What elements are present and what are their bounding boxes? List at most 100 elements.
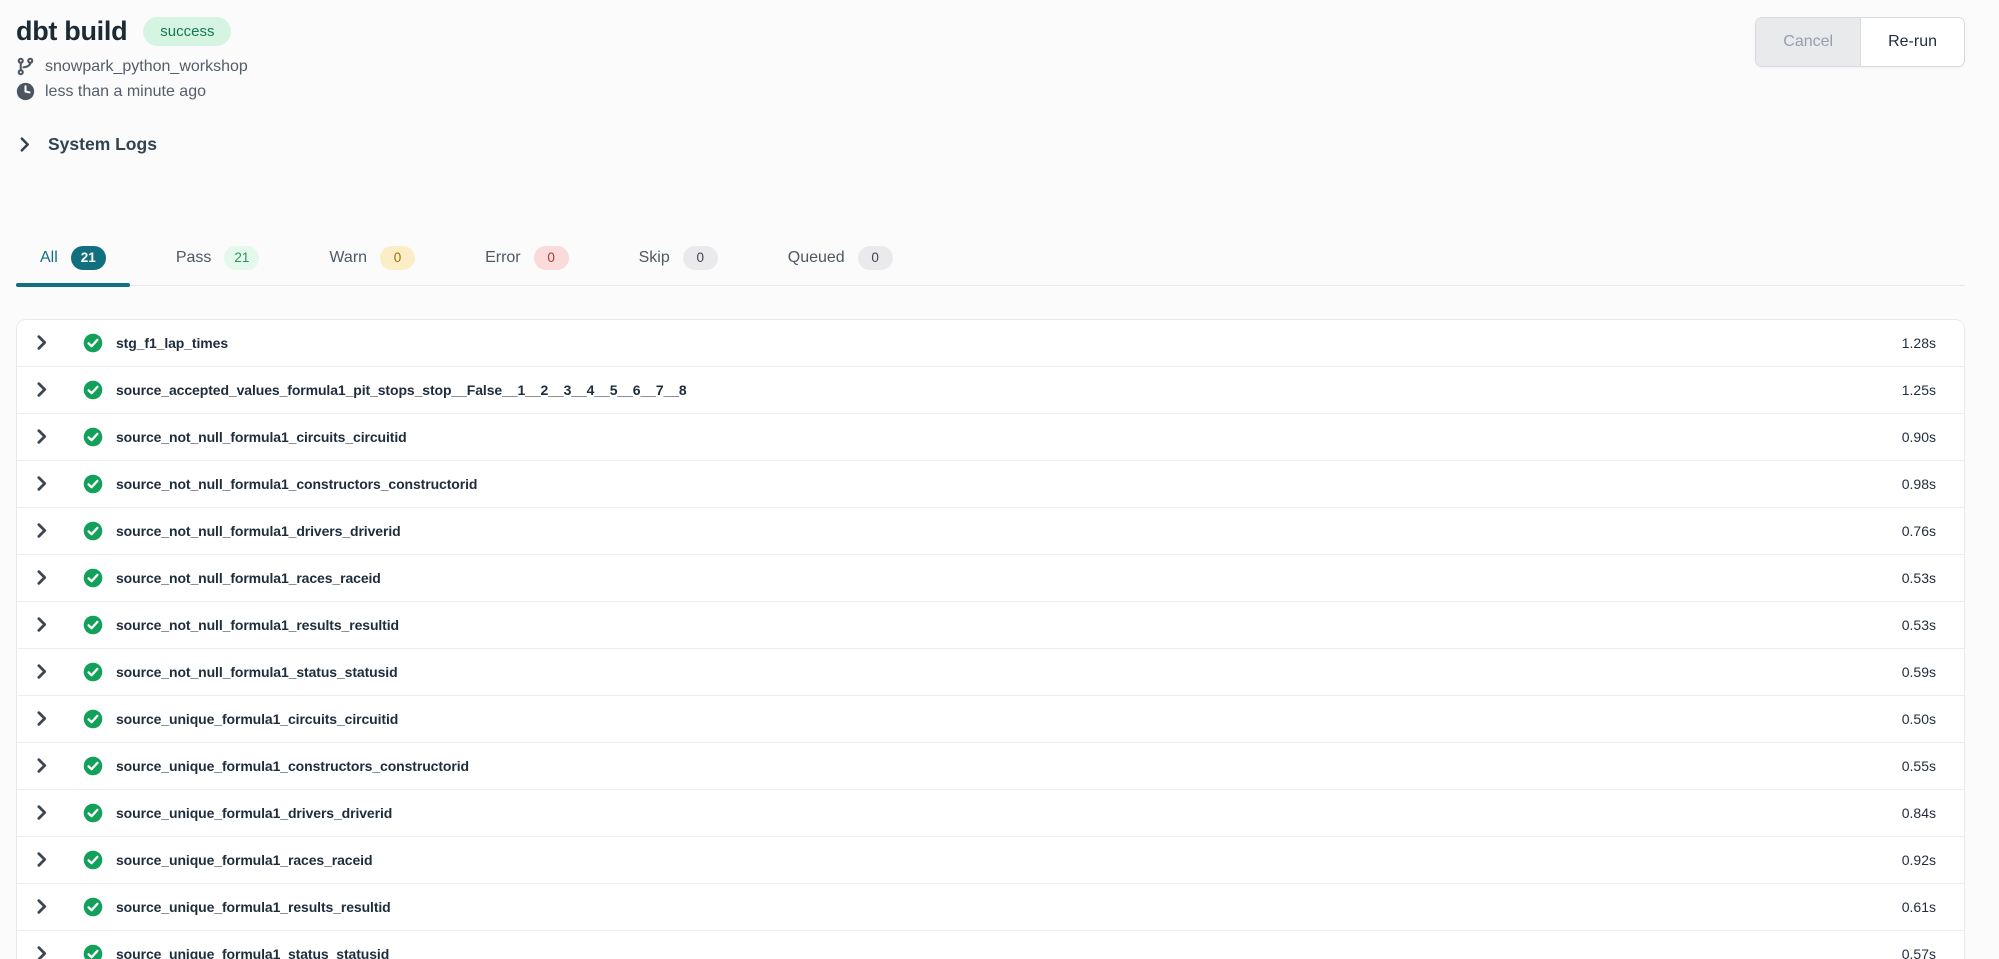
- tab-warn[interactable]: Warn 0: [305, 246, 439, 285]
- result-row[interactable]: source_not_null_formula1_races_raceid 0.…: [17, 555, 1964, 602]
- result-name: source_not_null_formula1_circuits_circui…: [116, 429, 407, 445]
- result-name: stg_f1_lap_times: [116, 335, 228, 351]
- result-duration: 0.90s: [1902, 429, 1936, 445]
- expand-row-button[interactable]: [33, 945, 50, 959]
- results-tabs: All 21 Pass 21 Warn 0 Error 0 Skip 0 Que…: [16, 246, 1965, 286]
- expand-row-button[interactable]: [33, 710, 50, 727]
- run-detail-page: dbt build success Cancel Re-run s: [0, 0, 1999, 959]
- result-row[interactable]: source_accepted_values_formula1_pit_stop…: [17, 367, 1964, 414]
- chevron-right-icon: [33, 898, 50, 915]
- tab-count-badge: 0: [858, 246, 893, 270]
- result-row[interactable]: source_not_null_formula1_results_resulti…: [17, 602, 1964, 649]
- result-row[interactable]: source_not_null_formula1_drivers_driveri…: [17, 508, 1964, 555]
- tab-label: All: [40, 249, 58, 267]
- git-branch-icon: [16, 57, 35, 76]
- chevron-right-icon: [33, 851, 50, 868]
- pass-check-icon: [83, 380, 103, 400]
- result-name: source_not_null_formula1_results_resulti…: [116, 617, 399, 633]
- expand-row-button[interactable]: [33, 663, 50, 680]
- chevron-right-icon: [33, 757, 50, 774]
- expand-row-button[interactable]: [33, 804, 50, 821]
- chevron-right-icon: [33, 710, 50, 727]
- result-duration: 1.28s: [1902, 335, 1936, 351]
- result-row[interactable]: source_unique_formula1_constructors_cons…: [17, 743, 1964, 790]
- chevron-right-icon: [33, 522, 50, 539]
- result-duration: 0.53s: [1902, 617, 1936, 633]
- chevron-right-icon: [33, 381, 50, 398]
- result-duration: 0.92s: [1902, 852, 1936, 868]
- tab-skip[interactable]: Skip 0: [615, 246, 742, 285]
- chevron-right-icon: [33, 945, 50, 959]
- time-ago: less than a minute ago: [45, 83, 206, 101]
- pass-check-icon: [83, 427, 103, 447]
- result-row[interactable]: source_unique_formula1_drivers_driverid …: [17, 790, 1964, 837]
- chevron-right-icon: [33, 334, 50, 351]
- pass-check-icon: [83, 850, 103, 870]
- result-duration: 0.55s: [1902, 758, 1936, 774]
- rerun-button[interactable]: Re-run: [1861, 18, 1964, 66]
- result-duration: 0.59s: [1902, 664, 1936, 680]
- branch-name: snowpark_python_workshop: [45, 58, 248, 76]
- pass-check-icon: [83, 944, 103, 959]
- cancel-button[interactable]: Cancel: [1756, 18, 1861, 66]
- tab-count-badge: 0: [534, 246, 569, 270]
- result-row[interactable]: stg_f1_lap_times 1.28s: [17, 320, 1964, 367]
- run-actions: Cancel Re-run: [1755, 17, 1965, 67]
- expand-row-button[interactable]: [33, 522, 50, 539]
- result-row[interactable]: source_not_null_formula1_circuits_circui…: [17, 414, 1964, 461]
- pass-check-icon: [83, 474, 103, 494]
- result-name: source_unique_formula1_status_statusid: [116, 946, 389, 959]
- expand-row-button[interactable]: [33, 569, 50, 586]
- result-name: source_not_null_formula1_constructors_co…: [116, 476, 477, 492]
- expand-row-button[interactable]: [33, 616, 50, 633]
- result-name: source_unique_formula1_results_resultid: [116, 899, 391, 915]
- result-duration: 0.98s: [1902, 476, 1936, 492]
- result-row[interactable]: source_unique_formula1_races_raceid 0.92…: [17, 837, 1964, 884]
- result-row[interactable]: source_unique_formula1_results_resultid …: [17, 884, 1964, 931]
- chevron-right-icon: [33, 616, 50, 633]
- expand-row-button[interactable]: [33, 381, 50, 398]
- result-name: source_not_null_formula1_races_raceid: [116, 570, 381, 586]
- pass-check-icon: [83, 521, 103, 541]
- system-logs-toggle[interactable]: System Logs: [16, 134, 157, 155]
- tab-count-badge: 0: [683, 246, 718, 270]
- result-duration: 0.84s: [1902, 805, 1936, 821]
- expand-row-button[interactable]: [33, 757, 50, 774]
- page-title: dbt build: [16, 16, 127, 47]
- result-duration: 0.50s: [1902, 711, 1936, 727]
- result-name: source_unique_formula1_constructors_cons…: [116, 758, 469, 774]
- tab-queued[interactable]: Queued 0: [764, 246, 917, 285]
- expand-row-button[interactable]: [33, 851, 50, 868]
- result-row[interactable]: source_not_null_formula1_constructors_co…: [17, 461, 1964, 508]
- status-badge: success: [143, 17, 231, 46]
- pass-check-icon: [83, 897, 103, 917]
- result-name: source_not_null_formula1_drivers_driveri…: [116, 523, 401, 539]
- tab-label: Skip: [639, 249, 670, 267]
- tab-label: Pass: [176, 249, 212, 267]
- chevron-right-icon: [16, 136, 33, 153]
- chevron-right-icon: [33, 663, 50, 680]
- expand-row-button[interactable]: [33, 475, 50, 492]
- tab-pass[interactable]: Pass 21: [152, 246, 284, 285]
- branch-row: snowpark_python_workshop: [16, 54, 1965, 79]
- chevron-right-icon: [33, 428, 50, 445]
- result-row[interactable]: source_unique_formula1_status_statusid 0…: [17, 931, 1964, 959]
- pass-check-icon: [83, 615, 103, 635]
- tab-error[interactable]: Error 0: [461, 246, 593, 285]
- expand-row-button[interactable]: [33, 334, 50, 351]
- tab-count-badge: 0: [380, 246, 415, 270]
- result-name: source_unique_formula1_circuits_circuiti…: [116, 711, 398, 727]
- result-name: source_unique_formula1_races_raceid: [116, 852, 372, 868]
- chevron-right-icon: [33, 804, 50, 821]
- result-name: source_accepted_values_formula1_pit_stop…: [116, 382, 687, 398]
- expand-row-button[interactable]: [33, 428, 50, 445]
- clock-icon: [16, 82, 35, 101]
- pass-check-icon: [83, 756, 103, 776]
- tab-all[interactable]: All 21: [16, 246, 130, 285]
- expand-row-button[interactable]: [33, 898, 50, 915]
- result-name: source_unique_formula1_drivers_driverid: [116, 805, 392, 821]
- result-row[interactable]: source_unique_formula1_circuits_circuiti…: [17, 696, 1964, 743]
- tab-label: Error: [485, 249, 521, 267]
- result-duration: 0.76s: [1902, 523, 1936, 539]
- result-row[interactable]: source_not_null_formula1_status_statusid…: [17, 649, 1964, 696]
